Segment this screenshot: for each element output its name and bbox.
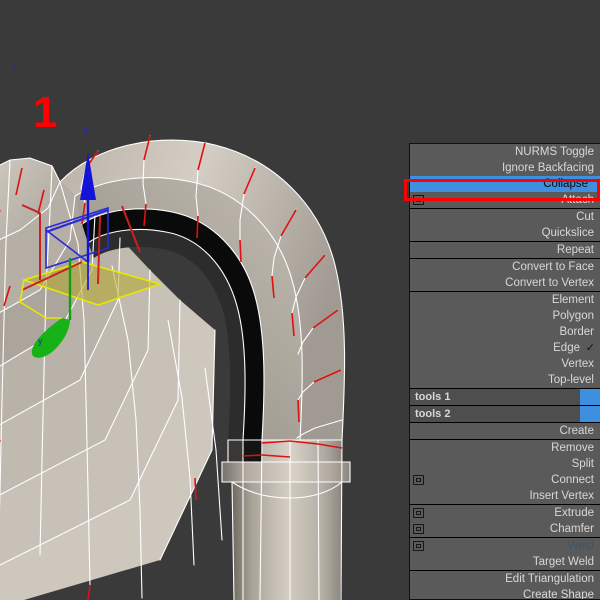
group-weld: Weld Target Weld bbox=[410, 538, 600, 571]
menu-item-label: Edit Triangulation bbox=[505, 573, 594, 585]
menu-item-label: Quickslice bbox=[541, 227, 594, 239]
menu-item-label: Target Weld bbox=[532, 556, 594, 568]
menu-item-label: Split bbox=[571, 458, 594, 470]
menu-item-label: Collapse bbox=[543, 178, 588, 190]
toolbar-color-swatch[interactable] bbox=[580, 406, 600, 422]
menu-item-label: Cut bbox=[576, 211, 594, 223]
menu-item-repeat[interactable]: Repeat bbox=[410, 242, 600, 258]
group-convert: Convert to Face Convert to Vertex bbox=[410, 259, 600, 292]
menu-item-vertex[interactable]: Vertex bbox=[410, 356, 600, 372]
settings-box-icon[interactable] bbox=[413, 475, 424, 485]
menu-item-edge[interactable]: Edge ✓ bbox=[410, 340, 600, 356]
group-repeat: Repeat bbox=[410, 242, 600, 259]
menu-item-connect[interactable]: Connect bbox=[410, 472, 600, 488]
menu-item-convert-to-vertex[interactable]: Convert to Vertex bbox=[410, 275, 600, 291]
settings-box-icon[interactable] bbox=[413, 524, 424, 534]
settings-box-icon[interactable] bbox=[413, 541, 424, 551]
menu-item-border[interactable]: Border bbox=[410, 324, 600, 340]
menu-item-label: Ignore Backfacing bbox=[501, 162, 594, 174]
menu-item-element[interactable]: Element bbox=[410, 292, 600, 308]
mesh-base-cylinder bbox=[222, 440, 350, 600]
quad-menu[interactable]: NURMS Toggle Ignore Backfacing Collapse Att… bbox=[409, 143, 600, 600]
group-cut: Cut Quickslice bbox=[410, 209, 600, 242]
menu-item-label: Create Shape bbox=[523, 589, 594, 600]
menu-item-insert-vertex[interactable]: Insert Vertex bbox=[410, 488, 600, 504]
menu-item-create[interactable]: Create bbox=[410, 423, 600, 439]
viewport-axis-label-z: z bbox=[13, 62, 18, 72]
menu-item-label: Connect bbox=[551, 474, 594, 486]
toolbar-color-swatch[interactable] bbox=[580, 389, 600, 405]
menu-item-label: Insert Vertex bbox=[529, 490, 594, 502]
menu-item-target-weld[interactable]: Target Weld bbox=[410, 554, 600, 570]
menu-item-label: Weld bbox=[568, 540, 594, 552]
menu-item-collapse[interactable]: Collapse bbox=[410, 176, 600, 192]
menu-item-split[interactable]: Split bbox=[410, 456, 600, 472]
menu-item-label: Repeat bbox=[556, 244, 594, 256]
menu-item-ignore-backfacing[interactable]: Ignore Backfacing bbox=[410, 160, 600, 176]
menu-item-create-shape[interactable]: Create Shape bbox=[410, 587, 600, 600]
gizmo-label-z: z bbox=[84, 125, 89, 135]
menu-item-label: Create bbox=[559, 425, 594, 437]
toolbar-tools-1[interactable]: tools 1 bbox=[410, 389, 600, 406]
group-create: Create bbox=[410, 423, 600, 440]
settings-box-icon[interactable] bbox=[413, 508, 424, 518]
menu-item-weld: Weld bbox=[410, 538, 600, 554]
menu-item-remove[interactable]: Remove bbox=[410, 440, 600, 456]
menu-item-nurms-toggle[interactable]: NURMS Toggle bbox=[410, 144, 600, 160]
toolbar-tools-2[interactable]: tools 2 bbox=[410, 406, 600, 423]
toolbar-label: tools 1 bbox=[415, 391, 451, 403]
group-sublevels: Element Polygon Border Edge ✓ Vertex Top-level bbox=[410, 292, 600, 389]
menu-item-quickslice[interactable]: Quickslice bbox=[410, 225, 600, 241]
menu-item-label: Vertex bbox=[561, 358, 594, 370]
settings-box-icon[interactable] bbox=[413, 195, 424, 205]
menu-item-chamfer[interactable]: Chamfer bbox=[410, 521, 600, 537]
menu-item-label: Extrude bbox=[554, 507, 594, 519]
menu-item-convert-to-face[interactable]: Convert to Face bbox=[410, 259, 600, 275]
menu-item-label: Attach bbox=[561, 194, 594, 206]
menu-item-extrude[interactable]: Extrude bbox=[410, 505, 600, 521]
menu-item-top-level[interactable]: Top-level bbox=[410, 372, 600, 388]
menu-item-label: Polygon bbox=[552, 310, 594, 322]
menu-item-label: Convert to Vertex bbox=[505, 277, 594, 289]
group-shape: Edit Triangulation Create Shape bbox=[410, 571, 600, 600]
group-nurms: NURMS Toggle Ignore Backfacing Collapse Att… bbox=[410, 144, 600, 209]
menu-item-cut[interactable]: Cut bbox=[410, 209, 600, 225]
menu-item-label: Border bbox=[559, 326, 594, 338]
menu-item-label: NURMS Toggle bbox=[514, 146, 594, 158]
gizmo-label-y: y bbox=[38, 336, 43, 346]
menu-item-attach[interactable]: Attach bbox=[410, 192, 600, 208]
check-icon: ✓ bbox=[585, 342, 595, 354]
menu-item-polygon[interactable]: Polygon bbox=[410, 308, 600, 324]
menu-item-label: Remove bbox=[551, 442, 594, 454]
menu-item-label: Convert to Face bbox=[512, 261, 594, 273]
group-edit: Remove Split Connect Insert Vertex bbox=[410, 440, 600, 505]
menu-item-label: Top-level bbox=[547, 374, 594, 386]
3d-modeling-app: z z y 1 NURMS Toggle Ignore Backfacing Col… bbox=[0, 0, 600, 600]
menu-item-label: Chamfer bbox=[549, 523, 594, 535]
step-marker-1: 1 bbox=[33, 88, 57, 137]
menu-item-edit-triangulation[interactable]: Edit Triangulation bbox=[410, 571, 600, 587]
group-extrude: Extrude Chamfer bbox=[410, 505, 600, 538]
menu-item-label: Element bbox=[551, 294, 594, 306]
toolbar-label: tools 2 bbox=[415, 408, 451, 420]
